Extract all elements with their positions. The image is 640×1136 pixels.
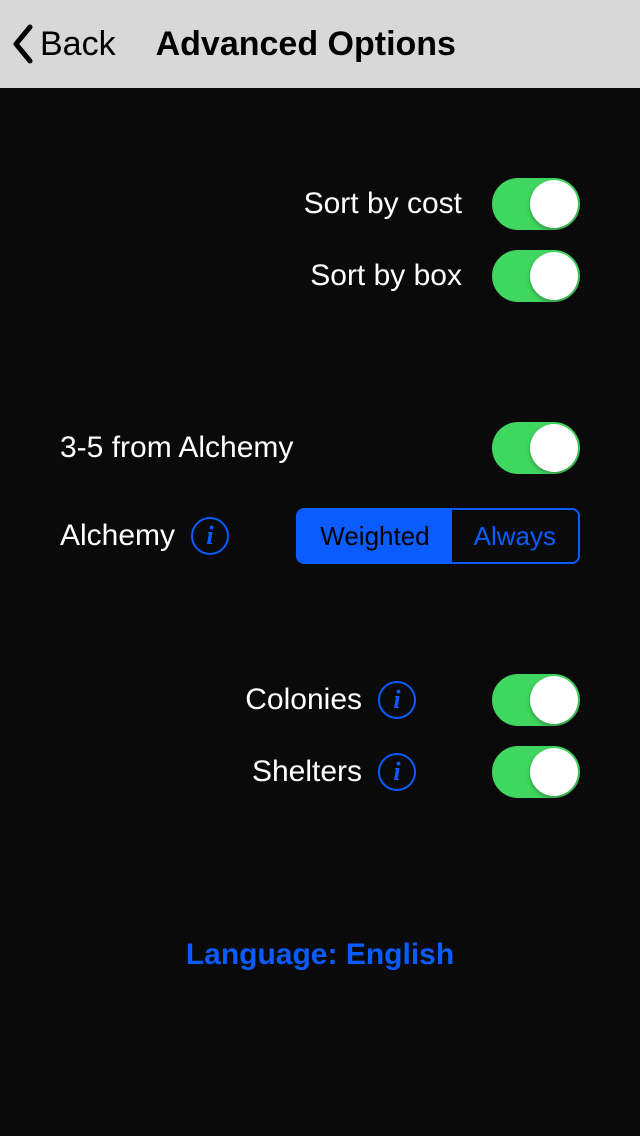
alchemy-info-icon[interactable]: i (191, 517, 229, 555)
sort-by-box-toggle[interactable] (492, 250, 580, 302)
sort-by-cost-label: Sort by cost (304, 187, 462, 221)
content: Sort by cost Sort by box 3-5 from Alchem… (0, 88, 640, 972)
colonies-label: Colonies (245, 683, 362, 717)
colonies-toggle[interactable] (492, 674, 580, 726)
shelters-info-icon[interactable]: i (378, 753, 416, 791)
back-label: Back (40, 25, 116, 64)
alchemy-range-toggle[interactable] (492, 422, 580, 474)
sort-by-box-label: Sort by box (310, 259, 462, 293)
chevron-left-icon (10, 23, 36, 65)
alchemy-seg-always[interactable]: Always (452, 510, 578, 562)
alchemy-segmented-control: Weighted Always (296, 508, 580, 564)
sort-by-cost-row: Sort by cost (60, 168, 580, 240)
page-title: Advanced Options (156, 25, 456, 64)
shelters-row: Shelters i (60, 736, 580, 808)
alchemy-range-row: 3-5 from Alchemy (60, 412, 580, 484)
colonies-info-icon[interactable]: i (378, 681, 416, 719)
alchemy-seg-weighted[interactable]: Weighted (298, 510, 451, 562)
alchemy-mode-row: Alchemy i Weighted Always (60, 508, 580, 564)
colonies-row: Colonies i (60, 664, 580, 736)
shelters-label: Shelters (252, 755, 362, 789)
alchemy-range-label: 3-5 from Alchemy (60, 431, 293, 465)
language-button[interactable]: Language: English (60, 938, 580, 972)
back-button[interactable]: Back (10, 23, 116, 65)
sort-by-box-row: Sort by box (60, 240, 580, 312)
nav-header: Back Advanced Options (0, 0, 640, 88)
alchemy-label: Alchemy (60, 519, 175, 553)
sort-by-cost-toggle[interactable] (492, 178, 580, 230)
shelters-toggle[interactable] (492, 746, 580, 798)
